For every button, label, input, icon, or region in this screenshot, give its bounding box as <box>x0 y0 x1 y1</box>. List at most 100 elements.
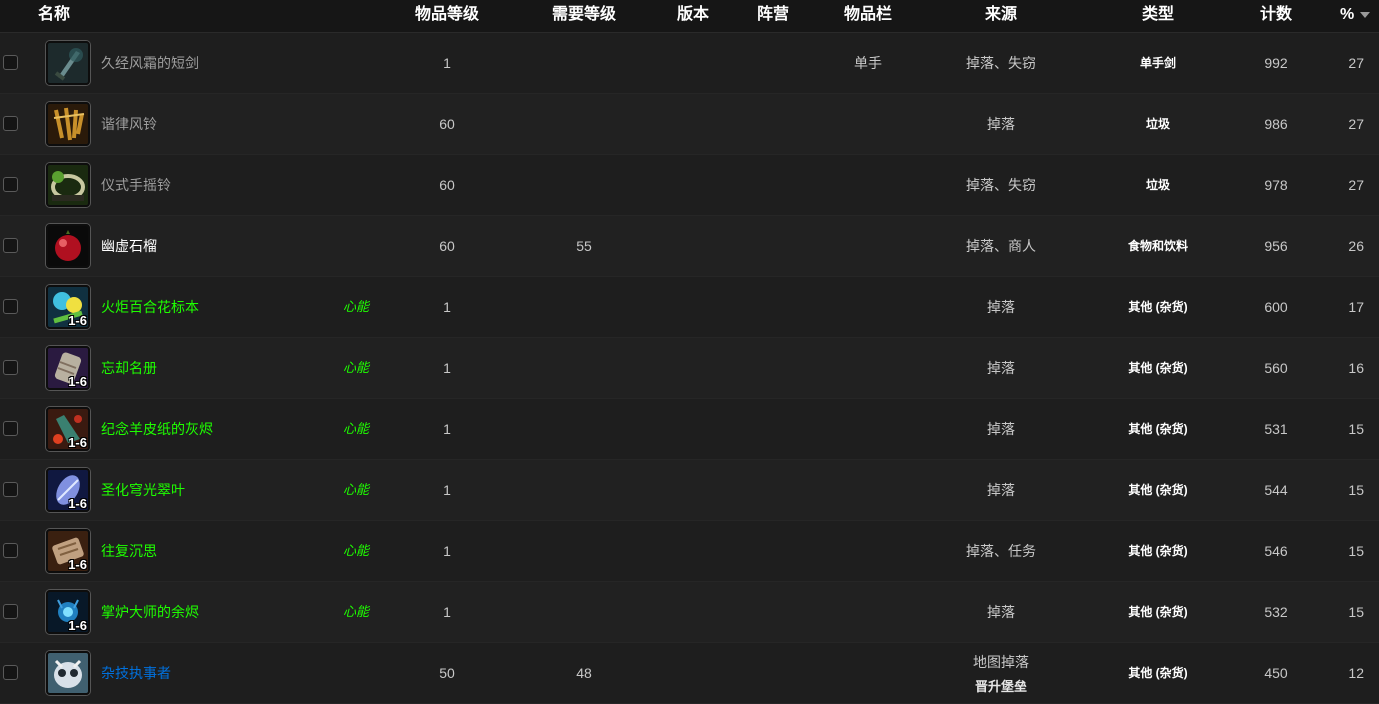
count-cell: 992 <box>1264 55 1288 71</box>
table-row[interactable]: 久经风霜的短剑 1 单手 掉落、失窃 单手剑 992 27 <box>0 33 1379 94</box>
type-cell: 其他 (杂货) <box>1128 483 1188 497</box>
table-row[interactable]: 1-6 忘却名册 心能 1 掉落 其他 (杂货) 560 16 <box>0 338 1379 399</box>
column-header-version[interactable]: 版本 <box>677 0 709 32</box>
item-name-link[interactable]: 仪式手摇铃 <box>101 155 171 215</box>
count-cell: 956 <box>1264 238 1288 254</box>
type-cell: 其他 (杂货) <box>1128 300 1188 314</box>
table-row[interactable]: 幽虚石榴 60 55 掉落、商人 食物和饮料 956 26 <box>0 216 1379 277</box>
scroll-icon[interactable]: 1-6 <box>46 346 90 390</box>
row-select-checkbox[interactable] <box>3 116 18 131</box>
table-row[interactable]: 杂技执事者 50 48 地图掉落 晋升堡垒 其他 (杂货) 450 12 <box>0 643 1379 704</box>
leaf-icon[interactable]: 1-6 <box>46 468 90 512</box>
type-cell: 其他 (杂货) <box>1128 422 1188 436</box>
item-level-cell: 1 <box>443 543 451 559</box>
column-header-name[interactable]: 名称 <box>38 0 70 32</box>
pomegranate-icon[interactable] <box>46 224 90 268</box>
anima-badge: 心能 <box>343 360 370 375</box>
item-name-link[interactable]: 往复沉思 <box>101 521 157 581</box>
item-name-link[interactable]: 杂技执事者 <box>101 643 171 703</box>
percent-cell: 27 <box>1348 55 1364 71</box>
percent-cell: 15 <box>1348 543 1364 559</box>
row-select-checkbox[interactable] <box>3 665 18 680</box>
count-cell: 978 <box>1264 177 1288 193</box>
percent-cell: 27 <box>1348 177 1364 193</box>
type-cell: 单手剑 <box>1139 56 1177 70</box>
ember-icon[interactable]: 1-6 <box>46 590 90 634</box>
source-text: 地图掉落 <box>973 653 1029 670</box>
row-select-checkbox[interactable] <box>3 421 18 436</box>
owl-icon[interactable] <box>46 651 90 695</box>
item-level-cell: 1 <box>443 421 451 437</box>
table-body: 久经风霜的短剑 1 单手 掉落、失窃 单手剑 992 27 谐律风铃 60 掉落 垃圾 986 27 仪式… <box>0 33 1379 704</box>
parchment-icon[interactable]: 1-6 <box>46 529 90 573</box>
row-select-checkbox[interactable] <box>3 482 18 497</box>
item-level-cell: 1 <box>443 55 451 71</box>
table-row[interactable]: 仪式手摇铃 60 掉落、失窃 垃圾 978 27 <box>0 155 1379 216</box>
item-level-cell: 1 <box>443 482 451 498</box>
source-cell: 掉落、任务 <box>966 543 1036 559</box>
type-cell: 其他 (杂货) <box>1128 361 1188 375</box>
item-name-link[interactable]: 纪念羊皮纸的灰烬 <box>101 399 213 459</box>
table-row[interactable]: 1-6 纪念羊皮纸的灰烬 心能 1 掉落 其他 (杂货) 531 15 <box>0 399 1379 460</box>
source-zone-link[interactable]: 晋升堡垒 <box>973 676 1029 695</box>
count-cell: 531 <box>1264 421 1288 437</box>
row-select-checkbox[interactable] <box>3 543 18 558</box>
type-cell: 垃圾 <box>1145 117 1171 131</box>
column-header-item-level[interactable]: 物品等级 <box>415 0 479 32</box>
item-name-link[interactable]: 幽虚石榴 <box>101 216 157 276</box>
row-select-checkbox[interactable] <box>3 238 18 253</box>
item-name-link[interactable]: 忘却名册 <box>101 338 157 398</box>
count-cell: 544 <box>1264 482 1288 498</box>
row-select-checkbox[interactable] <box>3 360 18 375</box>
column-header-slot[interactable]: 物品栏 <box>844 0 892 32</box>
count-cell: 532 <box>1264 604 1288 620</box>
item-level-cell: 50 <box>439 665 455 681</box>
chimes-icon[interactable] <box>46 102 90 146</box>
row-select-checkbox[interactable] <box>3 299 18 314</box>
type-cell: 垃圾 <box>1145 178 1171 192</box>
column-header-count[interactable]: 计数 <box>1260 0 1292 32</box>
type-cell: 其他 (杂货) <box>1128 666 1188 680</box>
item-name-link[interactable]: 圣化穹光翠叶 <box>101 460 185 520</box>
row-select-checkbox[interactable] <box>3 604 18 619</box>
source-cell: 掉落 <box>987 360 1015 376</box>
required-level-cell: 48 <box>576 665 592 681</box>
anima-badge: 心能 <box>343 482 370 497</box>
column-header-percent-label: % <box>1340 6 1355 23</box>
item-name-link[interactable]: 久经风霜的短剑 <box>101 33 199 93</box>
bell-icon[interactable] <box>46 163 90 207</box>
column-header-type[interactable]: 类型 <box>1142 0 1174 32</box>
slot-cell: 单手 <box>854 55 882 71</box>
source-cell: 掉落 <box>987 604 1015 620</box>
item-quantity: 1-6 <box>68 496 87 511</box>
anima-badge: 心能 <box>343 421 370 436</box>
sword-icon[interactable] <box>46 41 90 85</box>
count-cell: 560 <box>1264 360 1288 376</box>
table-row[interactable]: 1-6 火炬百合花标本 心能 1 掉落 其他 (杂货) 600 17 <box>0 277 1379 338</box>
percent-cell: 26 <box>1348 238 1364 254</box>
item-name-link[interactable]: 火炬百合花标本 <box>101 277 199 337</box>
row-select-checkbox[interactable] <box>3 177 18 192</box>
ashes-icon[interactable]: 1-6 <box>46 407 90 451</box>
item-quantity: 1-6 <box>68 557 87 572</box>
item-quantity: 1-6 <box>68 618 87 633</box>
source-cell: 掉落、失窃 <box>966 177 1036 193</box>
item-level-cell: 1 <box>443 299 451 315</box>
source-cell: 掉落 <box>987 421 1015 437</box>
column-header-faction[interactable]: 阵营 <box>757 0 789 32</box>
table-row[interactable]: 1-6 掌炉大师的余烬 心能 1 掉落 其他 (杂货) 532 15 <box>0 582 1379 643</box>
column-header-source[interactable]: 来源 <box>985 0 1017 32</box>
item-name-link[interactable]: 谐律风铃 <box>101 94 157 154</box>
table-row[interactable]: 谐律风铃 60 掉落 垃圾 986 27 <box>0 94 1379 155</box>
flower-icon[interactable]: 1-6 <box>46 285 90 329</box>
count-cell: 986 <box>1264 116 1288 132</box>
column-header-percent[interactable]: % <box>1340 0 1371 32</box>
table-row[interactable]: 1-6 往复沉思 心能 1 掉落、任务 其他 (杂货) 546 15 <box>0 521 1379 582</box>
table-row[interactable]: 1-6 圣化穹光翠叶 心能 1 掉落 其他 (杂货) 544 15 <box>0 460 1379 521</box>
column-header-required-level[interactable]: 需要等级 <box>552 0 616 32</box>
percent-cell: 27 <box>1348 116 1364 132</box>
item-quantity: 1-6 <box>68 313 87 328</box>
row-select-checkbox[interactable] <box>3 55 18 70</box>
item-name-link[interactable]: 掌炉大师的余烬 <box>101 582 199 642</box>
count-cell: 600 <box>1264 299 1288 315</box>
